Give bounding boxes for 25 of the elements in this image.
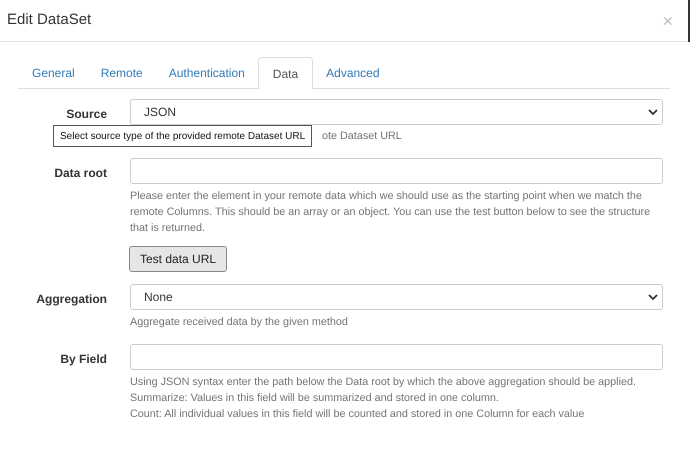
tab[interactable]: Authentication — [156, 57, 258, 89]
tab[interactable]: Advanced — [313, 57, 393, 89]
field-label: Aggregation — [36, 291, 107, 308]
help-text: Using JSON syntax enter the path below the Data root by which the above aggregation should be applied. — [130, 375, 637, 390]
help-text: Count: All individual values in this field will be counted and stored in one Column for each value — [130, 407, 586, 422]
input-field[interactable] — [130, 344, 663, 370]
select-field[interactable]: JSON — [130, 99, 663, 125]
test-data-url-button[interactable]: Test data URL — [129, 246, 228, 272]
input-field[interactable] — [130, 158, 663, 184]
field-label: By Field — [60, 351, 107, 368]
tab[interactable]: Remote — [88, 57, 156, 89]
select-field[interactable]: None — [130, 284, 663, 310]
help-text: Summarize: Values in this field will be summarized and stored in one column. — [130, 391, 500, 406]
tab[interactable]: Data — [258, 57, 314, 90]
help-text: Aggregate received data by the given method — [130, 315, 349, 330]
tooltip: Select source type of the provided remote Dataset URL — [53, 125, 312, 147]
tab[interactable]: General — [19, 57, 88, 89]
chevron-down-icon — [648, 294, 658, 300]
help-text: Please enter the element in your remote data which we should use as the starting point when we match the remote Columns. This should be an array or an object. You can use the test button below to see the structure that is returned. — [130, 189, 652, 236]
field-label: Source — [66, 106, 107, 123]
field-label: Data root — [54, 165, 107, 182]
help-text: ote Dataset URL — [322, 129, 403, 144]
dialog-title: Edit DataSet — [7, 10, 92, 30]
chevron-down-icon — [648, 108, 658, 116]
scrollbar[interactable] — [688, 0, 690, 42]
